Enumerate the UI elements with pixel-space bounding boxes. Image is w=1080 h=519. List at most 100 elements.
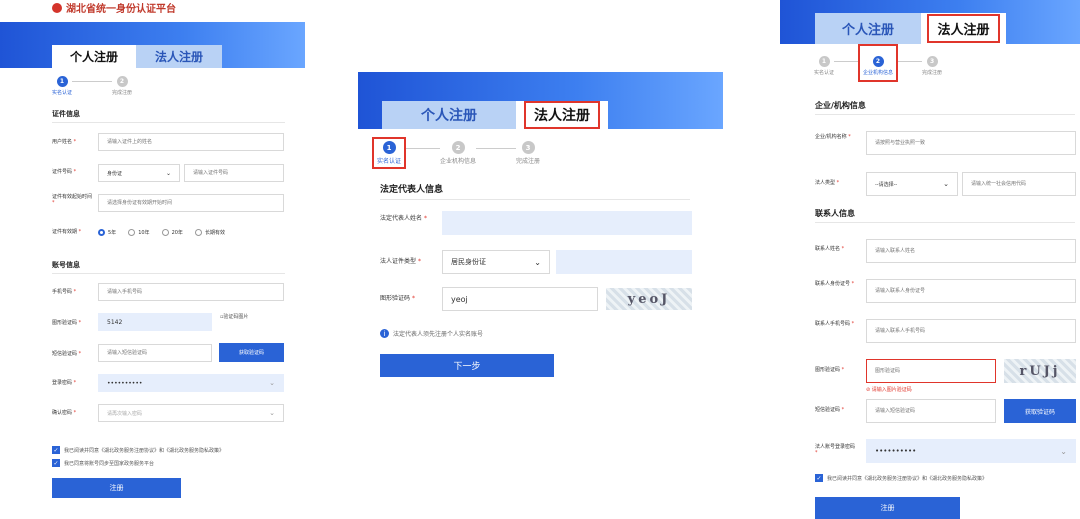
agree-terms-checkbox[interactable]: ✓ 我已阅读并同意《湖北政务服务注册协议》和《湖北政务服务隐私政策》 (815, 474, 987, 482)
step-indicator: 1 实名认证 2 企业机构信息 3 完成注册 (371, 137, 540, 169)
section-account-info: 账号信息 (52, 260, 285, 274)
captcha-image[interactable]: yeoJ (606, 288, 692, 310)
valid-period-radios: 5年 10年 20年 长期有效 (98, 229, 237, 236)
section-contact-info: 联系人信息 (815, 208, 1075, 223)
tab-personal[interactable]: 个人注册 (52, 45, 136, 68)
captcha-input[interactable]: yeoj (442, 287, 598, 311)
rep-name-input[interactable] (442, 211, 692, 235)
step-connector (896, 61, 923, 62)
site-logo: 湖北省统一身份认证平台 (52, 0, 176, 15)
get-sms-code-button[interactable]: 获取验证码 (219, 343, 284, 362)
legal-type-select[interactable]: --请选择-- ⌄ (866, 172, 958, 196)
password-label: 法人账号登录密码 * (815, 444, 856, 457)
step-1: 1 实名认证 (52, 76, 73, 96)
step-indicator: 1 实名认证 2 企业机构信息 3 完成注册 (814, 44, 943, 82)
chevron-down-icon: ⌄ (534, 257, 541, 267)
next-step-button[interactable]: 下一步 (380, 354, 554, 377)
step-connector (476, 148, 517, 149)
rep-cert-label: 法人证件类型 * (380, 258, 421, 265)
contact-name-label: 联系人姓名 * (815, 246, 845, 252)
confirm-password-input[interactable]: 请再次输入密码 ⌄ (98, 404, 284, 422)
step-2: 2 企业机构信息 (858, 44, 899, 82)
sms-input[interactable] (98, 344, 212, 362)
register-button[interactable]: 注册 (52, 478, 181, 498)
id-number-input[interactable] (184, 164, 284, 182)
step-connector (404, 148, 441, 149)
step-2: 2 企业机构信息 (440, 139, 476, 165)
legal-type-label: 法人类型 * (815, 180, 840, 186)
contact-phone-input[interactable] (866, 319, 1076, 343)
tab-legal[interactable]: 法人注册 (921, 13, 1006, 44)
captcha-image[interactable]: rUJj (1004, 359, 1076, 383)
name-input[interactable] (98, 133, 284, 151)
logo-emblem-icon (52, 2, 62, 13)
tab-personal[interactable]: 个人注册 (382, 101, 516, 129)
phone-label: 手机号码 * (52, 289, 77, 295)
org-name-label: 企业/机构名称 * (815, 134, 851, 140)
sms-label: 短信验证码 * (52, 351, 82, 357)
tab-legal[interactable]: 法人注册 (136, 45, 222, 68)
legal-rep-note: i 法定代表人须先注册个人实名账号 (380, 329, 483, 338)
captcha-image[interactable]: ▫验证码图片 (220, 313, 248, 320)
credit-code-input[interactable] (962, 172, 1076, 196)
eye-toggle-icon[interactable]: ⌄ (269, 379, 275, 387)
section-org-info: 企业/机构信息 (815, 100, 1075, 115)
section-legal-rep: 法定代表人信息 (380, 182, 690, 200)
eye-toggle-icon[interactable]: ⌄ (269, 409, 275, 417)
radio-10y[interactable]: 10年 (128, 229, 150, 236)
step-connector (72, 81, 113, 82)
valid-start-label: 证件有效起始时间 * (52, 194, 93, 207)
chevron-down-icon: ⌄ (165, 169, 171, 177)
step-1: 1 实名认证 (814, 56, 835, 76)
contact-name-input[interactable] (866, 239, 1076, 263)
org-info-panel: 个人注册 法人注册 1 实名认证 2 企业机构信息 3 完成注册 企业/机构信息 企业… (780, 0, 1080, 519)
contact-id-input[interactable] (866, 279, 1076, 303)
id-type-select[interactable]: 身份证 ⌄ (98, 164, 180, 182)
captcha-error: ⊘ 请输入图片验证码 (866, 387, 912, 393)
password-input[interactable]: •••••••••• ⌄ (98, 374, 284, 392)
logo-text: 湖北省统一身份认证平台 (66, 4, 176, 15)
valid-period-label: 证件有效期 * (52, 229, 82, 235)
legal-rep-panel: 个人注册 法人注册 1 实名认证 2 企业机构信息 3 完成注册 法定代表人信息 法定… (358, 72, 723, 392)
password-label: 登录密码 * (52, 380, 77, 386)
phone-input[interactable] (98, 283, 284, 301)
rep-name-label: 法定代表人姓名 * (380, 215, 427, 222)
sync-account-checkbox[interactable]: ✓ 我已同意将账号同步至国家政务服务平台 (52, 459, 154, 467)
contact-phone-label: 联系人手机号码 * (815, 321, 855, 327)
rep-cert-number-input[interactable] (556, 250, 692, 274)
confirm-password-label: 确认密码 * (52, 410, 77, 416)
valid-start-input[interactable] (98, 194, 284, 212)
contact-id-label: 联系人身份证号 * (815, 281, 855, 287)
captcha-label: 图形验证码 * (380, 295, 415, 302)
get-sms-code-button[interactable]: 获取验证码 (1004, 399, 1076, 423)
step-indicator: 1 实名认证 2 完成注册 (52, 76, 132, 96)
tab-personal[interactable]: 个人注册 (815, 13, 921, 44)
radio-longterm[interactable]: 长期有效 (194, 229, 225, 236)
chevron-down-icon: ⌄ (943, 180, 949, 188)
captcha-label: 图形验证码 * (815, 367, 845, 373)
tab-legal[interactable]: 法人注册 (516, 101, 608, 129)
section-cert-info: 证件信息 (52, 109, 285, 123)
step-2: 2 完成注册 (112, 76, 133, 96)
sms-input[interactable] (866, 399, 996, 423)
radio-20y[interactable]: 20年 (161, 229, 183, 236)
info-icon: i (380, 329, 389, 338)
sms-label: 短信验证码 * (815, 407, 845, 413)
register-button[interactable]: 注册 (815, 497, 960, 519)
org-name-input[interactable] (866, 131, 1076, 155)
step-1: 1 实名认证 (371, 137, 407, 169)
personal-register-panel: 湖北省统一身份认证平台 个人注册 法人注册 1 实名认证 2 完成注册 证件信息 用… (0, 0, 305, 519)
password-input[interactable]: •••••••••• ⌄ (866, 439, 1076, 463)
error-icon: ⊘ (866, 387, 871, 393)
radio-5y[interactable]: 5年 (98, 229, 116, 236)
captcha-label: 图形验证码 * (52, 320, 82, 326)
agree-terms-checkbox[interactable]: ✓ 我已阅读并同意《湖北政务服务注册协议》和《湖北政务服务隐私政策》 (52, 446, 224, 454)
rep-cert-type-select[interactable]: 居民身份证 ⌄ (442, 250, 550, 274)
captcha-input[interactable] (866, 359, 996, 383)
step-connector (834, 61, 861, 62)
step-3: 3 完成注册 (922, 56, 943, 76)
eye-toggle-icon[interactable]: ⌄ (1060, 447, 1067, 456)
step-3: 3 完成注册 (516, 139, 540, 165)
captcha-input[interactable]: 5142 (98, 313, 212, 331)
id-number-label: 证件号码 * (52, 169, 77, 175)
